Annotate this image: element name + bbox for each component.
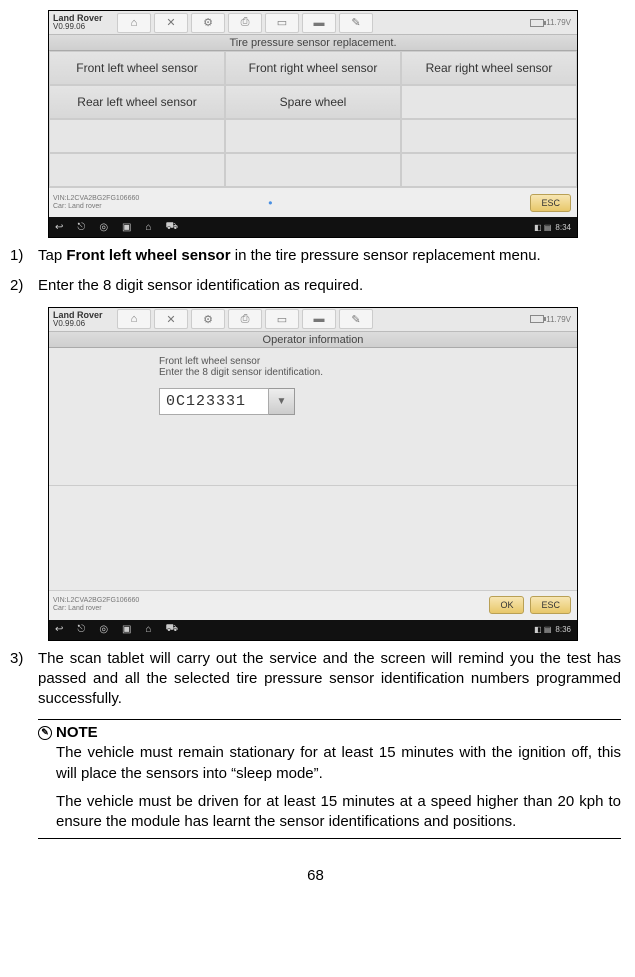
nav-bar: ↩ ⎋ ◎ ▣ ⌂ ⛟ ◧ ▤ 8:36 — [49, 620, 577, 640]
ok-button[interactable]: OK — [489, 596, 524, 614]
input-area: Front left wheel sensor Enter the 8 digi… — [49, 348, 577, 486]
toolbar-icons: ⌂ ✕ ⚙ ⎙ ▭ ▬ ✎ — [117, 309, 376, 329]
code-input-row: 0C123331 ▼ — [159, 388, 577, 415]
car-text: Car: Land rover — [53, 605, 139, 613]
step-number: 3) — [10, 649, 38, 710]
vehicle-info: VIN:L2CVA2BG2FG106660 Car: Land rover — [53, 195, 139, 210]
step-number: 2) — [10, 276, 38, 296]
brand-box: Land Rover V0.99.06 — [49, 14, 113, 31]
edit-icon[interactable]: ✎ — [339, 13, 373, 33]
save-icon[interactable]: ▬ — [302, 309, 336, 329]
car-nav-icon[interactable]: ⛟ — [166, 623, 179, 636]
cell-empty — [225, 119, 401, 153]
home-icon[interactable]: ⌂ — [117, 309, 151, 329]
cell-front-right[interactable]: Front right wheel sensor — [225, 51, 401, 85]
car-text: Car: Land rover — [53, 203, 139, 211]
doc-icon[interactable]: ▭ — [265, 309, 299, 329]
info-line2: Enter the 8 digit sensor identification. — [159, 367, 577, 378]
cell-empty — [225, 153, 401, 187]
toolbar-icons: ⌂ ✕ ⚙ ⎙ ▭ ▬ ✎ — [117, 13, 376, 33]
doc-icon[interactable]: ▭ — [265, 13, 299, 33]
cell-rear-left[interactable]: Rear left wheel sensor — [49, 85, 225, 119]
bottom-info: VIN:L2CVA2BG2FG106660 Car: Land rover OK… — [49, 590, 577, 620]
browser-icon[interactable]: ◎ — [99, 624, 108, 635]
screenshot-1: Land Rover V0.99.06 ⌂ ✕ ⚙ ⎙ ▭ ▬ ✎ 11.79V… — [48, 10, 578, 238]
blank-area — [49, 486, 577, 590]
cell-empty — [401, 85, 577, 119]
gear-icon[interactable]: ⚙ — [191, 13, 225, 33]
vehicle-info: VIN:L2CVA2BG2FG106660 Car: Land rover — [53, 597, 139, 612]
back-icon[interactable]: ↩ — [55, 222, 63, 233]
vin-text: VIN:L2CVA2BG2FG106660 — [53, 195, 139, 203]
step-text: Tap Front left wheel sensor in the tire … — [38, 246, 621, 266]
back-icon[interactable]: ↩ — [55, 624, 63, 635]
cell-empty — [401, 153, 577, 187]
pin-icon[interactable]: ⎋ — [77, 222, 85, 233]
tool-icon[interactable]: ✕ — [154, 13, 188, 33]
button-row: OK ESC — [489, 596, 573, 614]
page-number: 68 — [10, 867, 621, 884]
screenshot-2: Land Rover V0.99.06 ⌂ ✕ ⚙ ⎙ ▭ ▬ ✎ 11.79V… — [48, 307, 578, 641]
sensor-grid: Front left wheel sensor Front right whee… — [49, 51, 577, 187]
note-p2: The vehicle must be driven for at least … — [56, 792, 621, 833]
step-text: Enter the 8 digit sensor identification … — [38, 276, 621, 296]
edit-icon[interactable]: ✎ — [339, 309, 373, 329]
step-1: 1) Tap Front left wheel sensor in the ti… — [10, 246, 621, 266]
print-icon[interactable]: ⎙ — [228, 13, 262, 33]
step-text: The scan tablet will carry out the servi… — [38, 649, 621, 710]
esc-button[interactable]: ESC — [530, 596, 571, 614]
screen-title: Operator information — [49, 332, 577, 348]
note-label: NOTE — [56, 724, 98, 741]
note-header: ✎ NOTE — [38, 724, 621, 741]
voltage-text: 11.79V — [546, 18, 571, 27]
note-p1: The vehicle must remain stationary for a… — [56, 743, 621, 784]
vin-text: VIN:L2CVA2BG2FG106660 — [53, 597, 139, 605]
cell-empty — [49, 119, 225, 153]
cell-front-left[interactable]: Front left wheel sensor — [49, 51, 225, 85]
note-icon: ✎ — [38, 726, 52, 740]
home-icon[interactable]: ⌂ — [117, 13, 151, 33]
pin-icon[interactable]: ⎋ — [77, 624, 85, 635]
bold-term: Front left wheel sensor — [66, 247, 230, 264]
note-box: ✎ NOTE The vehicle must remain stationar… — [38, 719, 621, 839]
brand-version: V0.99.06 — [53, 23, 109, 31]
voltage-indicator: 11.79V — [530, 18, 577, 27]
code-input[interactable]: 0C123331 — [159, 388, 269, 415]
dot-indicator: • — [268, 196, 272, 210]
dropdown-icon[interactable]: ▼ — [269, 388, 295, 415]
step-number: 1) — [10, 246, 38, 266]
brand-version: V0.99.06 — [53, 320, 109, 328]
screen-title: Tire pressure sensor replacement. — [49, 35, 577, 51]
home-nav-icon[interactable]: ⌂ — [146, 222, 152, 233]
save-icon[interactable]: ▬ — [302, 13, 336, 33]
tool-icon[interactable]: ✕ — [154, 309, 188, 329]
top-bar: Land Rover V0.99.06 ⌂ ✕ ⚙ ⎙ ▭ ▬ ✎ 11.79V — [49, 11, 577, 35]
esc-button[interactable]: ESC — [530, 194, 571, 212]
voltage-text: 11.79V — [546, 315, 571, 324]
step-3: 3) The scan tablet will carry out the se… — [10, 649, 621, 710]
battery-icon — [530, 19, 544, 27]
nav-time: ◧ ▤ 8:34 — [534, 223, 571, 232]
step-2: 2) Enter the 8 digit sensor identificati… — [10, 276, 621, 296]
bottom-info: VIN:L2CVA2BG2FG106660 Car: Land rover • … — [49, 187, 577, 217]
cell-rear-right[interactable]: Rear right wheel sensor — [401, 51, 577, 85]
nav-time: ◧ ▤ 8:36 — [534, 625, 571, 634]
cell-empty — [401, 119, 577, 153]
home-nav-icon[interactable]: ⌂ — [146, 624, 152, 635]
gear-icon[interactable]: ⚙ — [191, 309, 225, 329]
cell-empty — [49, 153, 225, 187]
top-bar: Land Rover V0.99.06 ⌂ ✕ ⚙ ⎙ ▭ ▬ ✎ 11.79V — [49, 308, 577, 332]
battery-icon — [530, 315, 544, 323]
nav-bar: ↩ ⎋ ◎ ▣ ⌂ ⛟ ◧ ▤ 8:34 — [49, 217, 577, 237]
info-line1: Front left wheel sensor — [159, 356, 577, 367]
voltage-indicator: 11.79V — [530, 315, 577, 324]
brand-box: Land Rover V0.99.06 — [49, 311, 113, 328]
document-page: Land Rover V0.99.06 ⌂ ✕ ⚙ ⎙ ▭ ▬ ✎ 11.79V… — [0, 0, 635, 904]
cell-spare[interactable]: Spare wheel — [225, 85, 401, 119]
browser-icon[interactable]: ◎ — [99, 222, 108, 233]
print-icon[interactable]: ⎙ — [228, 309, 262, 329]
app-icon[interactable]: ▣ — [122, 624, 131, 635]
car-nav-icon[interactable]: ⛟ — [166, 221, 179, 234]
app-icon[interactable]: ▣ — [122, 222, 131, 233]
